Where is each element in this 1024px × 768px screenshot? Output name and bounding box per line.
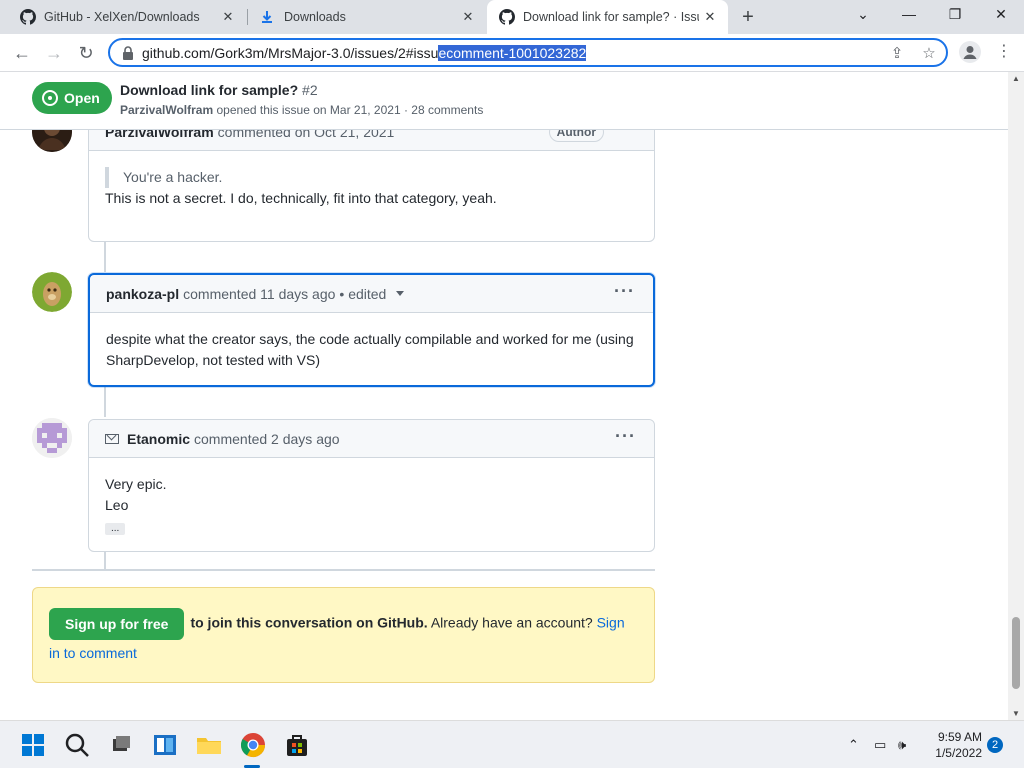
url-text: github.com/Gork3m/MrsMajor-3.0/issues/2#… — [142, 45, 587, 61]
timeline-divider — [32, 569, 655, 571]
windows-taskbar: ⌃ ▭ 🕪 9:59 AM 1/5/2022 2 — [0, 720, 1024, 768]
download-icon — [262, 11, 272, 23]
github-icon — [20, 9, 36, 25]
share-icon[interactable]: ⇪ — [888, 45, 906, 63]
clock-time: 9:59 AM — [937, 730, 982, 744]
close-tab-icon[interactable]: ✕ — [460, 9, 476, 25]
url-selected: ecomment-1001023282 — [438, 45, 587, 61]
issue-meta-text: opened this issue on Mar 21, 2021 · 28 c… — [216, 103, 484, 117]
chrome-icon[interactable] — [238, 730, 268, 760]
comment-quote: You're a hacker. — [105, 167, 638, 188]
github-icon — [499, 9, 515, 25]
issue-number: #2 — [302, 82, 318, 98]
comment-body: You're a hacker. This is not a secret. I… — [89, 151, 654, 225]
back-icon[interactable]: ← — [10, 41, 34, 65]
volume-icon[interactable]: 🕪 — [898, 737, 906, 753]
tab-title: GitHub - XelXen/Downloads — [44, 10, 200, 24]
profile-avatar-icon[interactable] — [959, 41, 981, 63]
task-view-icon[interactable] — [106, 730, 136, 760]
browser-menu-icon[interactable]: ⋮ — [996, 41, 1012, 63]
scroll-down-icon[interactable]: ▼ — [1008, 709, 1024, 718]
tab-github-xelxen[interactable]: GitHub - XelXen/Downloads ✕ — [8, 0, 246, 34]
scroll-up-icon[interactable]: ▲ — [1008, 74, 1024, 83]
issue-meta: ParzivalWolfram opened this issue on Mar… — [120, 103, 483, 117]
tab-title: Downloads — [284, 10, 346, 24]
comment-action[interactable]: commented 11 days ago — [183, 286, 335, 302]
clock-date: 1/5/2022 — [935, 746, 982, 760]
github-page: Open Download link for sample? #2 Parziv… — [0, 72, 1008, 720]
tab-title: Download link for sample? · Issue — [523, 10, 699, 24]
minimize-icon[interactable]: — — [886, 0, 932, 30]
timeline-line — [104, 242, 106, 272]
tab-github-issue[interactable]: Download link for sample? · Issue ✕ — [487, 0, 728, 34]
comment: Etanomic commented 2 days ago ··· Very e… — [88, 419, 655, 552]
issue-state-badge: Open — [32, 82, 112, 114]
store-icon[interactable] — [282, 730, 312, 760]
issue-state-label: Open — [64, 90, 100, 106]
file-explorer-icon[interactable] — [194, 730, 224, 760]
issue-title-text: Download link for sample? — [120, 82, 299, 98]
close-tab-icon[interactable]: ✕ — [702, 9, 718, 25]
chevron-up-icon[interactable]: ⌃ — [848, 737, 859, 753]
avatar[interactable] — [32, 418, 72, 458]
bookmark-star-icon[interactable]: ☆ — [920, 45, 938, 63]
system-clock[interactable]: 9:59 AM 1/5/2022 — [930, 729, 982, 761]
avatar[interactable] — [32, 272, 72, 312]
comment-body: despite what the creator says, the code … — [90, 313, 653, 387]
browser-toolbar: ← → ↻ github.com/Gork3m/MrsMajor-3.0/iss… — [0, 34, 1024, 72]
signup-text: Already have an account? — [430, 614, 593, 631]
tab-separator — [247, 9, 248, 25]
timeline-line — [104, 552, 106, 569]
mail-icon — [105, 433, 119, 444]
issue-opened-icon — [42, 90, 58, 106]
search-icon[interactable] — [62, 730, 92, 760]
address-bar[interactable]: github.com/Gork3m/MrsMajor-3.0/issues/2#… — [108, 38, 948, 67]
comment-text: despite what the creator says, the code … — [106, 331, 634, 368]
network-icon[interactable]: ▭ — [874, 737, 886, 753]
close-tab-icon[interactable]: ✕ — [220, 9, 236, 25]
signup-banner: Sign up for free to join this conversatio… — [32, 587, 655, 683]
browser-tab-bar: GitHub - XelXen/Downloads ✕ Downloads ✕ … — [0, 0, 1024, 34]
windows-start-icon[interactable] — [18, 730, 48, 760]
issue-title[interactable]: Download link for sample? #2 — [120, 82, 318, 98]
new-tab-button[interactable]: + — [738, 7, 758, 27]
comment: ParzivalWolfram commented on Oct 21, 202… — [88, 112, 655, 242]
page-scrollbar[interactable]: ▲ ▼ — [1008, 72, 1024, 720]
tab-search-icon[interactable]: ⌄ — [840, 0, 886, 30]
issue-meta-author[interactable]: ParzivalWolfram — [120, 103, 213, 117]
timeline-line — [104, 387, 106, 417]
notification-badge[interactable]: 2 — [987, 737, 1003, 753]
sign-up-button[interactable]: Sign up for free — [49, 608, 185, 640]
comment-text: This is not a secret. I do, technically,… — [105, 190, 497, 206]
url-plain: github.com/Gork3m/MrsMajor-3.0/issues/2#… — [142, 45, 439, 61]
issue-sticky-header: Open Download link for sample? #2 Parziv… — [0, 72, 1008, 130]
expand-hidden-text-button[interactable]: ... — [105, 523, 126, 535]
reload-icon[interactable]: ↻ — [74, 41, 98, 65]
tab-downloads[interactable]: Downloads ✕ — [250, 0, 486, 34]
forward-icon[interactable]: → — [42, 41, 66, 65]
comment-header: Etanomic commented 2 days ago ··· — [89, 420, 654, 458]
comment-highlighted: pankoza-pl commented 11 days ago • edite… — [88, 273, 655, 387]
comment-text-line: Leo — [105, 497, 129, 513]
comment-options-icon[interactable]: ··· — [614, 282, 635, 300]
comment-header: pankoza-pl commented 11 days ago • edite… — [90, 275, 653, 313]
comment-body: Very epic. Leo ... — [89, 458, 654, 553]
widgets-icon[interactable] — [150, 730, 180, 760]
scroll-thumb[interactable] — [1012, 617, 1020, 689]
lock-icon — [123, 46, 133, 60]
comment-text-line: Very epic. — [105, 476, 167, 492]
edited-label[interactable]: • edited — [339, 286, 386, 302]
comment-options-icon[interactable]: ··· — [615, 427, 636, 445]
comment-author[interactable]: Etanomic — [127, 431, 190, 447]
restore-icon[interactable]: ❐ — [932, 0, 978, 30]
signup-lead-text: to join this conversation on GitHub. — [190, 614, 428, 631]
comment-author[interactable]: pankoza-pl — [106, 286, 179, 302]
comment-action[interactable]: commented 2 days ago — [194, 431, 340, 447]
close-window-icon[interactable]: ✕ — [978, 0, 1024, 30]
chevron-down-icon[interactable] — [396, 291, 405, 296]
